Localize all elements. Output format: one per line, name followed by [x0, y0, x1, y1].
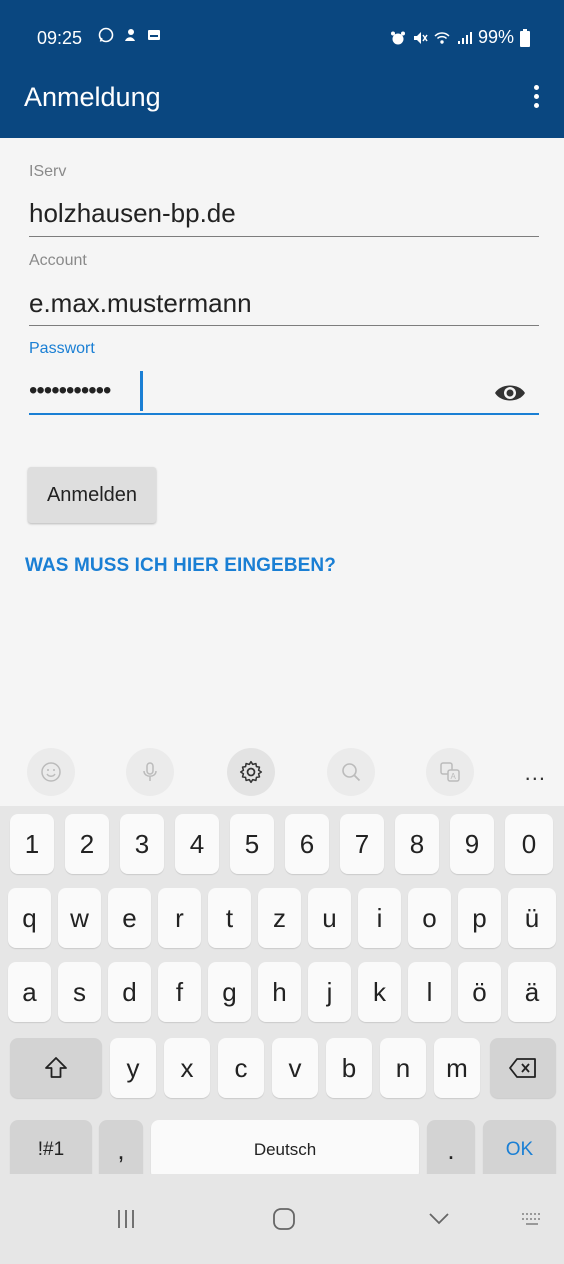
more-options-icon[interactable]: ...: [525, 760, 546, 786]
iserv-field[interactable]: holzhausen-bp.de: [29, 198, 236, 229]
password-underline: [29, 413, 539, 415]
signal-icon: [457, 31, 472, 44]
key-u[interactable]: u: [308, 888, 351, 948]
wifi-icon: [434, 31, 450, 44]
backspace-icon: [509, 1058, 536, 1078]
key-q[interactable]: q: [8, 888, 51, 948]
shift-key[interactable]: [10, 1038, 102, 1098]
keyboard-icon[interactable]: [512, 1204, 552, 1234]
iserv-label: IServ: [29, 163, 67, 180]
alarm-icon: [390, 31, 405, 44]
key-v[interactable]: v: [272, 1038, 318, 1098]
password-label: Passwort: [29, 340, 95, 357]
key-p[interactable]: p: [458, 888, 501, 948]
key-4[interactable]: 4: [175, 814, 219, 874]
period-key[interactable]: .: [427, 1120, 475, 1180]
status-bar: 09:25 99%: [0, 0, 564, 58]
key-w[interactable]: w: [58, 888, 101, 948]
app-bar: Anmeldung: [0, 58, 564, 138]
key-l[interactable]: l: [408, 962, 451, 1022]
comma-key[interactable]: ,: [99, 1120, 143, 1180]
key-n[interactable]: n: [380, 1038, 426, 1098]
key-y[interactable]: y: [110, 1038, 156, 1098]
key-r[interactable]: r: [158, 888, 201, 948]
svg-text:A: A: [451, 772, 457, 781]
message-icon: [148, 30, 160, 40]
key-9[interactable]: 9: [450, 814, 494, 874]
search-icon[interactable]: [327, 748, 375, 796]
key-6[interactable]: 6: [285, 814, 329, 874]
battery-percent: 99%: [477, 27, 514, 47]
account-field[interactable]: e.max.mustermann: [29, 288, 252, 319]
keyboard-toolbar: A ...: [0, 740, 564, 806]
key-b[interactable]: b: [326, 1038, 372, 1098]
key-z[interactable]: z: [258, 888, 301, 948]
key-g[interactable]: g: [208, 962, 251, 1022]
status-left-icons: [98, 27, 162, 43]
key-o-umlaut[interactable]: ö: [458, 962, 501, 1022]
key-f[interactable]: f: [158, 962, 201, 1022]
microphone-icon[interactable]: [126, 748, 174, 796]
key-t[interactable]: t: [208, 888, 251, 948]
key-x[interactable]: x: [164, 1038, 210, 1098]
page-title: Anmeldung: [24, 82, 161, 112]
key-s[interactable]: s: [58, 962, 101, 1022]
space-key[interactable]: Deutsch: [151, 1120, 419, 1180]
key-0[interactable]: 0: [505, 814, 553, 874]
backspace-key[interactable]: [490, 1038, 556, 1098]
key-7[interactable]: 7: [340, 814, 384, 874]
key-a-umlaut[interactable]: ä: [508, 962, 556, 1022]
symbols-key[interactable]: !#1: [10, 1120, 92, 1180]
key-2[interactable]: 2: [65, 814, 109, 874]
key-m[interactable]: m: [434, 1038, 480, 1098]
key-1[interactable]: 1: [10, 814, 54, 874]
settings-icon[interactable]: [227, 748, 275, 796]
mute-icon: [413, 31, 428, 44]
key-k[interactable]: k: [358, 962, 401, 1022]
more-vert-icon[interactable]: [524, 78, 548, 114]
status-time: 09:25: [37, 28, 83, 48]
keyboard: 1 2 3 4 5 6 7 8 9 0 q w e r t z u i o p …: [0, 806, 564, 1180]
text-cursor: [140, 371, 143, 411]
password-field[interactable]: •••••••••••: [29, 377, 111, 405]
ok-key[interactable]: OK: [483, 1120, 556, 1180]
key-3[interactable]: 3: [120, 814, 164, 874]
eye-icon[interactable]: [493, 380, 527, 406]
key-d[interactable]: d: [108, 962, 151, 1022]
emoji-icon[interactable]: [27, 748, 75, 796]
back-icon[interactable]: [419, 1204, 459, 1234]
translate-icon[interactable]: A: [426, 748, 474, 796]
notification-icon: [125, 29, 135, 41]
help-link[interactable]: WAS MUSS ICH HIER EINGEBEN?: [25, 555, 336, 577]
battery-icon: [520, 28, 530, 47]
key-h[interactable]: h: [258, 962, 301, 1022]
login-button[interactable]: Anmelden: [28, 467, 156, 523]
whatsapp-icon: [98, 27, 114, 43]
key-5[interactable]: 5: [230, 814, 274, 874]
key-e[interactable]: e: [108, 888, 151, 948]
shift-icon: [45, 1057, 67, 1078]
key-u-umlaut[interactable]: ü: [508, 888, 556, 948]
recent-apps-icon[interactable]: [106, 1204, 146, 1234]
key-a[interactable]: a: [8, 962, 51, 1022]
status-right-icons: 99%: [390, 27, 530, 48]
iserv-underline: [29, 236, 539, 237]
key-i[interactable]: i: [358, 888, 401, 948]
key-o[interactable]: o: [408, 888, 451, 948]
key-j[interactable]: j: [308, 962, 351, 1022]
account-label: Account: [29, 252, 87, 269]
account-underline: [29, 325, 539, 326]
home-icon[interactable]: [264, 1204, 304, 1234]
key-c[interactable]: c: [218, 1038, 264, 1098]
key-8[interactable]: 8: [395, 814, 439, 874]
navigation-bar: [0, 1174, 564, 1264]
